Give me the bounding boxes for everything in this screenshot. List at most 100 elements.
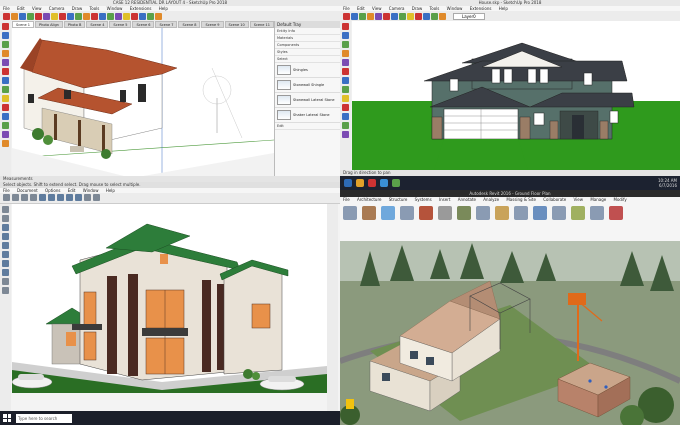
open-icon[interactable]: [3, 194, 10, 201]
scene-tab[interactable]: Scene 4: [86, 21, 109, 28]
room-icon[interactable]: [533, 206, 547, 220]
line-icon[interactable]: [2, 32, 9, 39]
window-tool-icon[interactable]: [66, 194, 73, 201]
rotate-icon[interactable]: [2, 77, 9, 84]
paint-bucket-icon[interactable]: [407, 12, 414, 20]
taskbar-search[interactable]: Type here to search: [16, 413, 72, 423]
ribbon-tab[interactable]: Manage: [590, 197, 606, 202]
rectangle-tool-icon[interactable]: [35, 12, 42, 20]
zoom-tool-icon[interactable]: [431, 12, 438, 20]
text-icon[interactable]: [342, 104, 349, 111]
revit-icon[interactable]: [380, 179, 388, 187]
undo-icon[interactable]: [21, 194, 28, 201]
scene-tab[interactable]: Scene 9: [201, 21, 224, 28]
door-icon[interactable]: [362, 206, 376, 220]
roof-tool-icon[interactable]: [57, 194, 64, 201]
push-pull-tool-icon[interactable]: [51, 12, 58, 20]
start-icon[interactable]: [344, 179, 352, 187]
menu-item[interactable]: Window: [83, 188, 99, 193]
wall-tool-icon[interactable]: [39, 194, 46, 201]
column-icon[interactable]: [2, 233, 9, 240]
ribbon-tab[interactable]: Collaborate: [543, 197, 566, 202]
section-plane-icon[interactable]: [139, 12, 146, 20]
ceiling-icon[interactable]: [438, 206, 452, 220]
rectangle-tool-icon[interactable]: [367, 12, 374, 20]
paint-bucket-icon[interactable]: [131, 12, 138, 20]
circle-tool-icon[interactable]: [43, 12, 50, 20]
menu-item[interactable]: Edit: [68, 188, 76, 193]
workplane-icon[interactable]: [609, 206, 623, 220]
offset-icon[interactable]: [342, 86, 349, 93]
style-item[interactable]: Stonewall Lateral Stone: [275, 93, 340, 108]
ribbon-tab[interactable]: Architecture: [357, 197, 382, 202]
arrow-icon[interactable]: [2, 206, 9, 213]
stair-icon[interactable]: [514, 206, 528, 220]
ribbon-tab[interactable]: View: [574, 197, 584, 202]
zoom-extents-icon[interactable]: [123, 12, 130, 20]
select-icon[interactable]: [2, 23, 9, 30]
menu-item[interactable]: File: [3, 188, 10, 193]
style-item[interactable]: Shingles: [275, 63, 340, 78]
app-icon[interactable]: [392, 179, 400, 187]
zoom-icon[interactable]: [2, 131, 9, 138]
ribbon-tab[interactable]: Modify: [614, 197, 627, 202]
scale-tool-icon[interactable]: [399, 12, 406, 20]
ribbon-tab[interactable]: Systems: [415, 197, 432, 202]
redo-icon[interactable]: [30, 194, 37, 201]
dimension-icon[interactable]: [2, 287, 9, 294]
curtain-icon[interactable]: [476, 206, 490, 220]
pan-icon[interactable]: [342, 122, 349, 129]
opening-icon[interactable]: [571, 206, 585, 220]
text-icon[interactable]: [2, 104, 9, 111]
rect-icon[interactable]: [2, 41, 9, 48]
tray-edit-tab[interactable]: Edit: [275, 123, 340, 130]
orbit-tool-icon[interactable]: [415, 12, 422, 20]
window-icon[interactable]: [381, 206, 395, 220]
arc-tool-icon[interactable]: [27, 12, 34, 20]
arc-tool-icon[interactable]: [359, 12, 366, 20]
wall-icon[interactable]: [343, 206, 357, 220]
model-viewport[interactable]: [12, 204, 327, 393]
tray-tab-select[interactable]: Select: [275, 56, 340, 63]
tape-icon[interactable]: [2, 95, 9, 102]
rotate-icon[interactable]: [342, 77, 349, 84]
windows-start-icon[interactable]: [2, 413, 12, 423]
arc-icon[interactable]: [2, 50, 9, 57]
pushpull-icon[interactable]: [342, 59, 349, 66]
area-icon[interactable]: [552, 206, 566, 220]
line-tool-icon[interactable]: [351, 12, 358, 20]
select-tool-icon[interactable]: [3, 12, 10, 20]
ribbon-tab[interactable]: File: [343, 197, 350, 202]
model-viewport[interactable]: [340, 241, 680, 425]
line-icon[interactable]: [342, 32, 349, 39]
tape-measure-icon[interactable]: [91, 12, 98, 20]
railing-icon[interactable]: [495, 206, 509, 220]
move-icon[interactable]: [2, 68, 9, 75]
scene-tab[interactable]: Photo B: [63, 21, 86, 28]
rotate-tool-icon[interactable]: [391, 12, 398, 20]
orbit-icon[interactable]: [93, 194, 100, 201]
component-icon[interactable]: [400, 206, 414, 220]
tray-section[interactable]: Materials: [275, 35, 340, 42]
line-tool-icon[interactable]: [19, 12, 26, 20]
pan-tool-icon[interactable]: [423, 12, 430, 20]
pan-icon[interactable]: [2, 122, 9, 129]
zoom-icon[interactable]: [342, 131, 349, 138]
model-viewport[interactable]: [12, 28, 274, 176]
arc-icon[interactable]: [342, 50, 349, 57]
eraser-tool-icon[interactable]: [11, 12, 18, 20]
model-viewport[interactable]: [352, 21, 680, 170]
save-icon[interactable]: [12, 194, 19, 201]
roof-icon[interactable]: [419, 206, 433, 220]
ribbon-tab[interactable]: Analyze: [483, 197, 499, 202]
ribbon-tab[interactable]: Annotate: [458, 197, 476, 202]
zoom-extents-icon[interactable]: [439, 12, 446, 20]
menu-item[interactable]: Help: [106, 188, 115, 193]
wall-icon[interactable]: [2, 224, 9, 231]
orbit-icon[interactable]: [342, 113, 349, 120]
ribbon-tab[interactable]: Structure: [389, 197, 408, 202]
scene-tab[interactable]: Scene 10: [224, 21, 249, 28]
scene-tab[interactable]: Photo Align: [35, 21, 63, 28]
layer-dropdown[interactable]: Layer0: [453, 12, 485, 20]
3d-view-icon[interactable]: [84, 194, 91, 201]
